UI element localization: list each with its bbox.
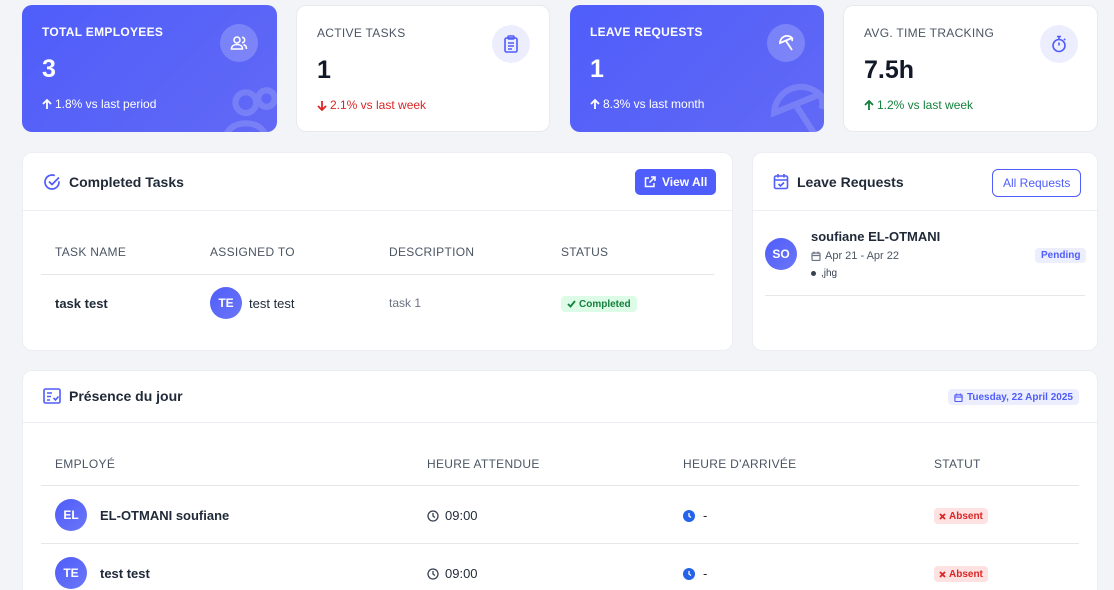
- stat-value: 1: [317, 56, 331, 84]
- divider: [41, 543, 1079, 544]
- leave-requests-panel: Leave Requests All Requests SO soufiane …: [752, 152, 1098, 351]
- arrow-up-icon: [864, 99, 874, 110]
- umbrella-beach-icon: [767, 24, 805, 62]
- avatar: TE: [55, 557, 87, 589]
- stat-card-avg-time-tracking: AVG. TIME TRACKING 7.5h 1.2% vs last wee…: [843, 5, 1098, 132]
- stat-trend: 1.2% vs last week: [864, 98, 973, 112]
- divider: [41, 485, 1079, 486]
- clock-filled-icon: [683, 567, 695, 580]
- column-header-heure-attendue: HEURE ATTENDUE: [427, 457, 540, 471]
- status-badge: Completed: [561, 296, 637, 312]
- bullet-dot-icon: [811, 271, 816, 276]
- requester-name: soufiane EL-OTMANI: [811, 229, 941, 244]
- column-header-task-name: TASK NAME: [55, 245, 127, 259]
- users-icon: [220, 24, 258, 62]
- stat-label: AVG. TIME TRACKING: [864, 26, 995, 40]
- task-description: task 1: [389, 296, 422, 310]
- external-link-icon: [644, 176, 656, 188]
- stopwatch-icon: [1040, 25, 1078, 63]
- users-watermark-icon: [224, 87, 277, 132]
- stat-label: TOTAL EMPLOYEES: [42, 25, 164, 39]
- arrival-time: -: [683, 508, 707, 523]
- panel-header: [23, 371, 1097, 423]
- presence-panel: Présence du jour Tuesday, 22 April 2025 …: [22, 370, 1098, 590]
- panel-title: Présence du jour: [43, 388, 183, 404]
- leave-reason: ,jhg: [811, 268, 837, 279]
- avatar: TE: [210, 287, 242, 319]
- stat-value: 7.5h: [864, 56, 915, 84]
- column-header-employe: EMPLOYÉ: [55, 457, 116, 471]
- stat-trend: 8.3% vs last month: [590, 97, 704, 111]
- check-icon: [567, 300, 576, 308]
- status-badge: Absent: [934, 508, 988, 524]
- status-badge: Pending: [1035, 248, 1087, 263]
- panel-title: Leave Requests: [773, 173, 904, 190]
- completed-tasks-panel: Completed Tasks View All TASK NAME ASSIG…: [22, 152, 733, 351]
- stat-trend: 1.8% vs last period: [42, 97, 156, 111]
- employee-name: EL-OTMANI soufiane: [100, 508, 230, 523]
- leave-dates: Apr 21 - Apr 22: [811, 250, 899, 262]
- stat-value: 1: [590, 55, 604, 83]
- clock-icon: [427, 567, 439, 580]
- arrow-down-icon: [317, 100, 327, 111]
- panel-title: Completed Tasks: [43, 173, 184, 191]
- column-header-assigned-to: ASSIGNED TO: [210, 245, 295, 259]
- expected-time: 09:00: [427, 566, 478, 581]
- status-badge: Absent: [934, 566, 988, 582]
- expected-time: 09:00: [427, 508, 478, 523]
- date-chip: Tuesday, 22 April 2025: [948, 389, 1079, 405]
- clock-icon: [427, 509, 439, 522]
- view-all-button[interactable]: View All: [635, 169, 717, 195]
- employee-name: test test: [100, 566, 150, 581]
- stat-card-leave-requests: LEAVE REQUESTS 1 8.3% vs last month: [570, 5, 824, 132]
- stat-card-active-tasks: ACTIVE TASKS 1 2.1% vs last week: [296, 5, 550, 132]
- assignee-name: test test: [249, 296, 295, 311]
- divider: [765, 295, 1085, 296]
- column-header-heure-arrivee: HEURE D'ARRIVÉE: [683, 457, 797, 471]
- column-header-statut: STATUT: [934, 457, 981, 471]
- clock-filled-icon: [683, 509, 695, 522]
- x-icon: [939, 570, 946, 578]
- avatar: EL: [55, 499, 87, 531]
- stat-label: LEAVE REQUESTS: [590, 25, 703, 39]
- check-circle-icon: [44, 174, 60, 190]
- arrow-up-icon: [42, 98, 52, 109]
- stat-trend: 2.1% vs last week: [317, 98, 426, 112]
- stat-value: 3: [42, 55, 56, 83]
- stat-label: ACTIVE TASKS: [317, 26, 406, 40]
- calendar-check-icon: [773, 174, 789, 190]
- all-requests-button[interactable]: All Requests: [992, 169, 1082, 197]
- avatar: SO: [765, 238, 797, 270]
- column-header-description: DESCRIPTION: [389, 245, 475, 259]
- task-name: task test: [55, 296, 108, 311]
- stat-card-total-employees: TOTAL EMPLOYEES 3 1.8% vs last period: [22, 5, 277, 132]
- clipboard-icon: [492, 25, 530, 63]
- x-icon: [939, 512, 946, 520]
- column-header-status: STATUS: [561, 245, 609, 259]
- umbrella-watermark-icon: [770, 83, 824, 132]
- calendar-icon: [954, 392, 963, 402]
- calendar-icon: [811, 251, 821, 261]
- arrow-up-icon: [590, 98, 600, 109]
- divider: [41, 274, 714, 275]
- checklist-icon: [43, 388, 61, 404]
- arrival-time: -: [683, 566, 707, 581]
